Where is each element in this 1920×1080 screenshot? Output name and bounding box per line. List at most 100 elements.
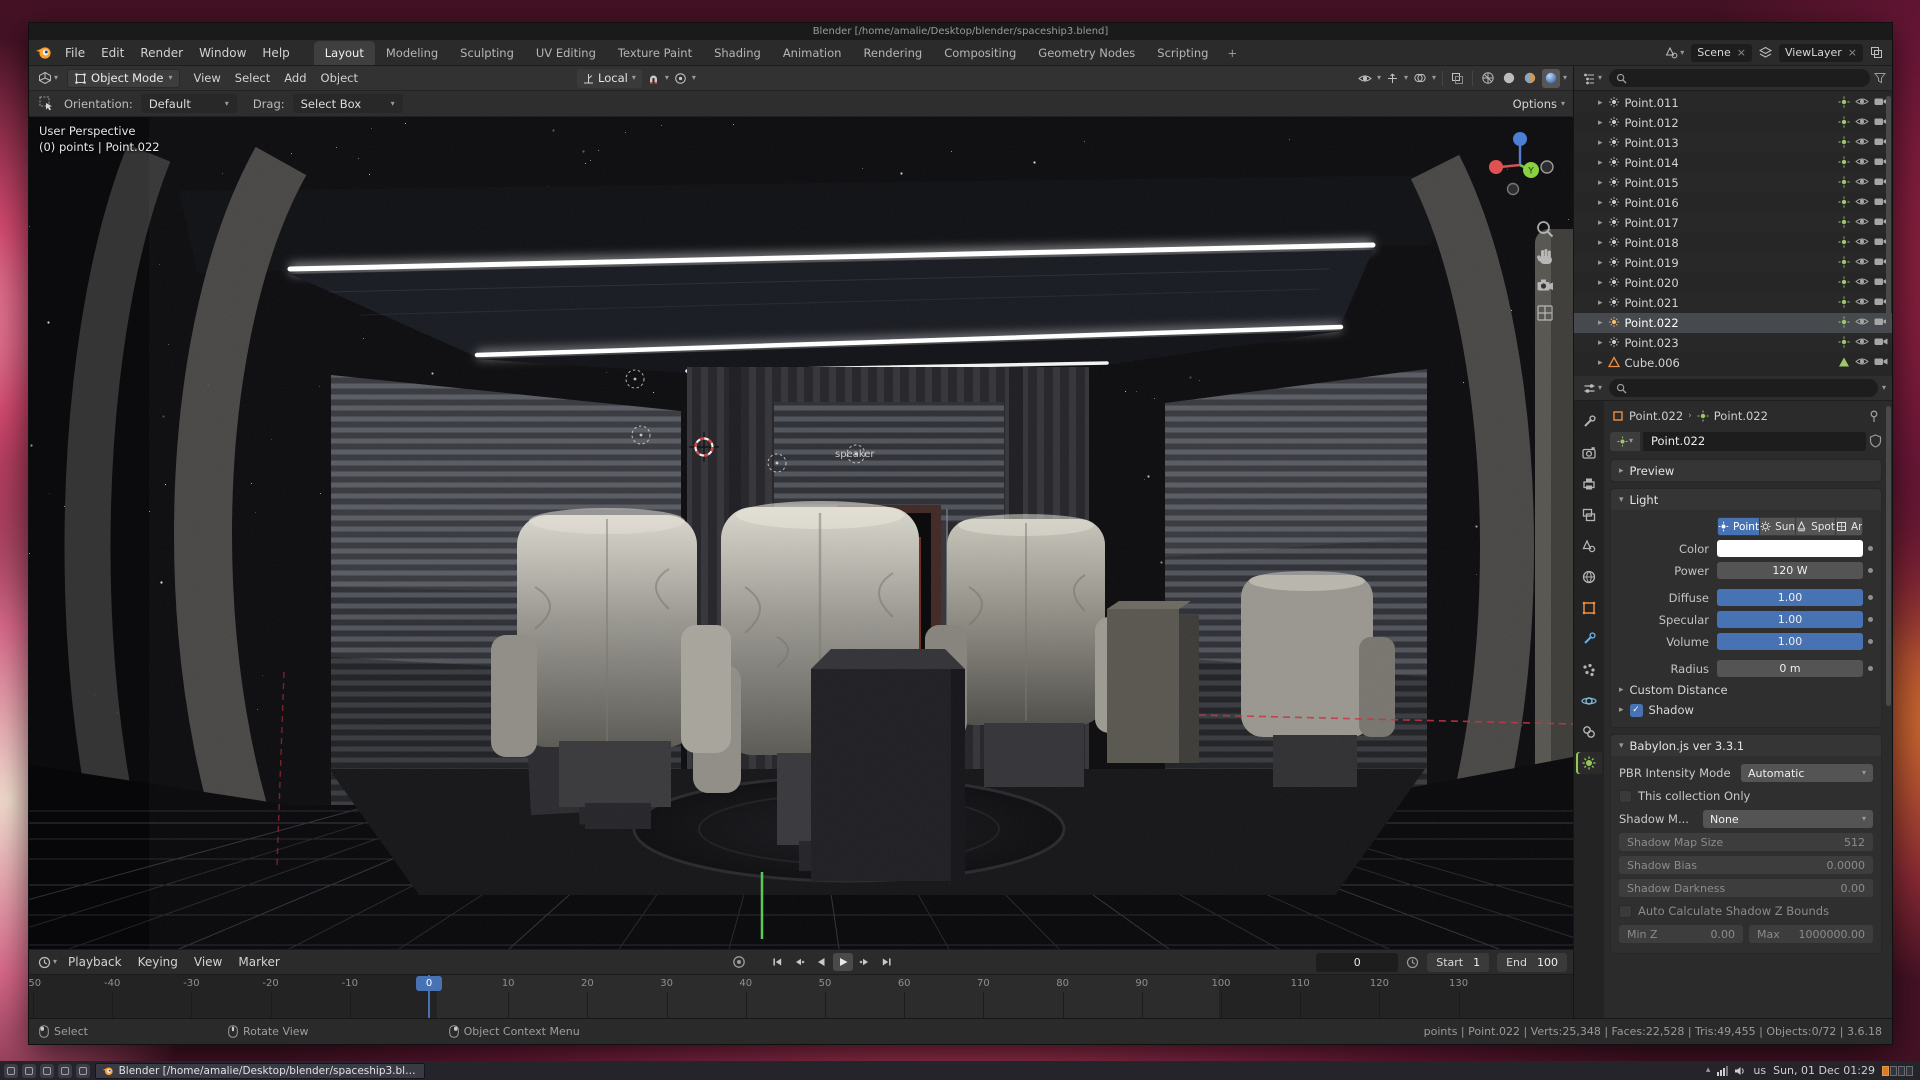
outliner-row[interactable]: ▸Point.013 xyxy=(1574,133,1892,153)
timeline-menu-view[interactable]: View xyxy=(186,955,230,969)
launcher-editor-icon[interactable] xyxy=(76,1064,90,1078)
collection-only-checkbox[interactable] xyxy=(1619,790,1632,803)
volume-slider[interactable]: 1.00 xyxy=(1717,633,1863,650)
render-tab-icon[interactable] xyxy=(1576,442,1602,464)
editor-type-outliner-icon[interactable]: ▾ xyxy=(1580,71,1605,86)
breadcrumb-data[interactable]: Point.022 xyxy=(1714,409,1768,423)
add-workspace-button[interactable]: + xyxy=(1219,41,1245,65)
xray-toggle-icon[interactable] xyxy=(1449,69,1466,88)
output-tab-icon[interactable] xyxy=(1576,473,1602,495)
scene-tab-icon[interactable] xyxy=(1576,535,1602,557)
specular-slider[interactable]: 1.00 xyxy=(1717,611,1863,628)
perspective-toggle-icon[interactable] xyxy=(1535,303,1555,323)
animate-dot-icon[interactable] xyxy=(1868,617,1873,622)
hide-viewport-eye-icon[interactable] xyxy=(1855,296,1869,310)
expand-icon[interactable]: ▸ xyxy=(1598,178,1603,188)
drag-setting-dropdown[interactable]: Select Box ▾ xyxy=(293,94,403,113)
disable-render-camera-icon[interactable] xyxy=(1874,356,1888,370)
outliner-item-name[interactable]: Point.023 xyxy=(1625,336,1833,350)
workspace-tab-geometry-nodes[interactable]: Geometry Nodes xyxy=(1027,41,1146,65)
playback-range-clock-icon[interactable] xyxy=(1406,956,1419,969)
gizmo-neg-x-axis[interactable] xyxy=(1541,161,1553,173)
light-type-area-button[interactable]: Area xyxy=(1836,518,1863,535)
camera-view-icon[interactable] xyxy=(1535,275,1555,295)
outliner-row[interactable]: ▸Point.020 xyxy=(1574,273,1892,293)
topbar-menu-render[interactable]: Render xyxy=(132,40,191,65)
keyboard-layout-indicator[interactable]: us xyxy=(1753,1064,1766,1077)
workspace-tab-uv-editing[interactable]: UV Editing xyxy=(525,41,607,65)
outliner-row[interactable]: ▸Point.021 xyxy=(1574,293,1892,313)
animate-dot-icon[interactable] xyxy=(1868,546,1873,551)
timeline-menu-playback[interactable]: Playback xyxy=(60,955,130,969)
workspace-tab-modeling[interactable]: Modeling xyxy=(375,41,449,65)
launcher-browser-icon[interactable] xyxy=(40,1064,54,1078)
next-keyframe-button[interactable] xyxy=(855,953,875,971)
outliner-scrollbar[interactable] xyxy=(1886,96,1891,326)
preview-panel-header[interactable]: ▸ Preview xyxy=(1611,460,1881,481)
expand-icon[interactable]: ▸ xyxy=(1598,258,1603,268)
outliner-item-name[interactable]: Point.019 xyxy=(1625,256,1833,270)
outliner-item-name[interactable]: Cube.006 xyxy=(1625,356,1833,370)
hide-viewport-eye-icon[interactable] xyxy=(1855,96,1869,110)
taskbar-clock[interactable]: Sun, 01 Dec 01:29 xyxy=(1773,1064,1875,1077)
workspace-tab-shading[interactable]: Shading xyxy=(703,41,772,65)
fake-user-shield-icon[interactable] xyxy=(1869,434,1882,448)
color-swatch[interactable] xyxy=(1717,540,1863,557)
outliner-row[interactable]: ▸Point.023 xyxy=(1574,333,1892,353)
custom-distance-subpanel[interactable]: ▸ Custom Distance xyxy=(1615,680,1877,700)
active-tool-icon[interactable] xyxy=(37,94,56,113)
object-data-tab-icon[interactable] xyxy=(1576,752,1602,774)
editor-type-3dview-icon[interactable]: ▾ xyxy=(35,70,61,86)
viewport-menu-object[interactable]: Object xyxy=(314,71,365,85)
options-button[interactable]: Options xyxy=(1513,97,1557,111)
timeline-menu-keying[interactable]: Keying xyxy=(130,955,186,969)
outliner-row[interactable]: ▸ Cube.006 xyxy=(1574,353,1892,373)
shading-material-icon[interactable] xyxy=(1521,69,1539,88)
show-object-types-icon[interactable] xyxy=(1356,69,1374,88)
workspace-tab-animation[interactable]: Animation xyxy=(772,41,853,65)
properties-search-input[interactable] xyxy=(1609,379,1878,397)
viewport-nav-gizmo[interactable]: Y xyxy=(1483,127,1557,201)
viewport-canvas[interactable]: speaker User Perspective (0) points | Po… xyxy=(29,117,1573,949)
outliner-row[interactable]: ▸Point.022 xyxy=(1574,313,1892,333)
hide-viewport-eye-icon[interactable] xyxy=(1855,316,1869,330)
expand-icon[interactable]: ▸ xyxy=(1598,218,1603,228)
world-tab-icon[interactable] xyxy=(1576,566,1602,588)
object-tab-icon[interactable] xyxy=(1576,597,1602,619)
outliner-row[interactable]: ▸ Point.019 xyxy=(1574,253,1892,273)
expand-icon[interactable]: ▸ xyxy=(1598,238,1603,248)
auto-key-button[interactable] xyxy=(729,953,749,971)
shading-options-chevron[interactable]: ▾ xyxy=(1563,74,1567,82)
jump-end-button[interactable] xyxy=(877,953,897,971)
radius-field[interactable]: 0 m xyxy=(1717,660,1863,677)
constraints-tab-icon[interactable] xyxy=(1576,721,1602,743)
expand-icon[interactable]: ▸ xyxy=(1598,358,1603,368)
datablock-type-dropdown[interactable]: ▾ xyxy=(1610,432,1640,451)
outliner-row[interactable]: ▸Point.014 xyxy=(1574,153,1892,173)
hide-viewport-eye-icon[interactable] xyxy=(1855,276,1869,290)
play-button[interactable] xyxy=(833,953,853,971)
viewport-menu-select[interactable]: Select xyxy=(228,71,277,85)
view-layer-unlink-icon[interactable]: × xyxy=(1848,46,1857,59)
editor-type-timeline-icon[interactable]: ▾ xyxy=(35,955,60,970)
expand-icon[interactable]: ▸ xyxy=(1598,278,1603,288)
workspace-tab-rendering[interactable]: Rendering xyxy=(852,41,933,65)
hide-viewport-eye-icon[interactable] xyxy=(1855,336,1869,350)
outliner-item-name[interactable]: Point.011 xyxy=(1625,96,1833,110)
hide-viewport-eye-icon[interactable] xyxy=(1855,216,1869,230)
transform-orientation-dropdown[interactable]: Local ▾ xyxy=(577,69,642,88)
diffuse-slider[interactable]: 1.00 xyxy=(1717,589,1863,606)
outliner-item-name[interactable]: Point.012 xyxy=(1625,116,1833,130)
outliner-row[interactable]: ▸Point.016 xyxy=(1574,193,1892,213)
animate-dot-icon[interactable] xyxy=(1868,639,1873,644)
modifiers-tab-icon[interactable] xyxy=(1576,628,1602,650)
hide-viewport-eye-icon[interactable] xyxy=(1855,176,1869,190)
disable-render-camera-icon[interactable] xyxy=(1874,336,1888,350)
shadow-checkbox[interactable]: ✓ xyxy=(1630,704,1643,717)
view-layer-tab-icon[interactable] xyxy=(1576,504,1602,526)
playhead-badge[interactable]: 0 xyxy=(416,976,442,991)
launcher-menu-icon[interactable] xyxy=(4,1064,18,1078)
prev-keyframe-button[interactable] xyxy=(789,953,809,971)
workspace-tab-layout[interactable]: Layout xyxy=(314,41,375,65)
light-type-sun-button[interactable]: Sun xyxy=(1760,518,1796,535)
